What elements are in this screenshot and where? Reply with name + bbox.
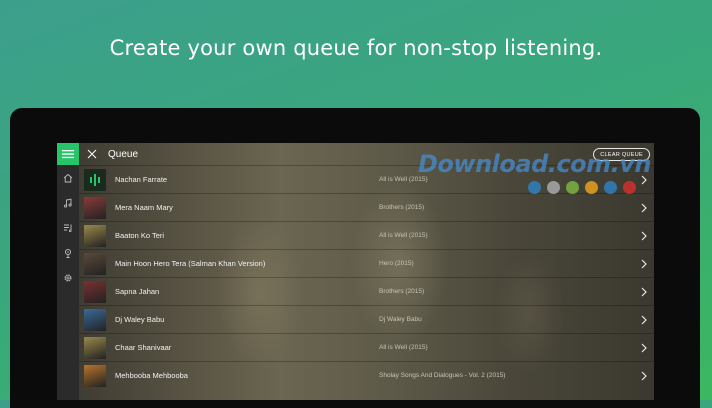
watermark-dot bbox=[528, 181, 541, 194]
chevron-right-icon[interactable] bbox=[638, 230, 650, 242]
watermark-dot bbox=[547, 181, 560, 194]
home-icon bbox=[63, 173, 73, 183]
close-button[interactable] bbox=[84, 146, 100, 162]
song-title: Sapna Jahan bbox=[115, 287, 160, 296]
queue-row[interactable]: Chaar Shanivaar All is Well (2015) bbox=[79, 333, 654, 361]
song-title: Baaton Ko Teri bbox=[115, 231, 165, 240]
album-name: Hero (2015) bbox=[379, 260, 414, 267]
song-title: Mehbooba Mehbooba bbox=[115, 371, 188, 380]
album-art-thumbnail bbox=[84, 225, 106, 247]
settings-icon bbox=[64, 274, 72, 282]
chevron-right-icon[interactable] bbox=[638, 258, 650, 270]
song-title: Main Hoon Hero Tera (Salman Khan Version… bbox=[115, 259, 266, 268]
song-title: Mera Naam Mary bbox=[115, 203, 173, 212]
song-title: Nachan Farrate bbox=[115, 175, 168, 184]
album-name: Brothers (2015) bbox=[379, 288, 425, 295]
album-art-thumbnail bbox=[84, 197, 106, 219]
song-title: Chaar Shanivaar bbox=[115, 343, 172, 352]
music-note-icon bbox=[64, 198, 72, 208]
rail-settings[interactable] bbox=[57, 267, 79, 289]
watermark-dot bbox=[604, 181, 617, 194]
chevron-right-icon[interactable] bbox=[638, 286, 650, 298]
queue-row[interactable]: Main Hoon Hero Tera (Salman Khan Version… bbox=[79, 249, 654, 277]
queue-row[interactable]: Baaton Ko Teri All is Well (2015) bbox=[79, 221, 654, 249]
watermark-dot bbox=[585, 181, 598, 194]
now-playing-icon bbox=[90, 174, 100, 186]
chevron-right-icon[interactable] bbox=[638, 342, 650, 354]
rail-radio[interactable] bbox=[57, 242, 79, 264]
album-name: All is Well (2015) bbox=[379, 344, 428, 351]
menu-button[interactable] bbox=[57, 143, 79, 165]
chevron-right-icon[interactable] bbox=[638, 202, 650, 214]
queue-row[interactable]: Mehbooba Mehbooba Sholay Songs And Dialo… bbox=[79, 361, 654, 389]
queue-row[interactable]: Dj Waley Babu Dj Waley Babu bbox=[79, 305, 654, 333]
watermark-dot bbox=[623, 181, 636, 194]
album-art-thumbnail bbox=[84, 281, 106, 303]
playlist-icon bbox=[64, 224, 72, 233]
rail-playlist[interactable] bbox=[57, 217, 79, 239]
watermark-dots bbox=[528, 181, 636, 194]
chevron-right-icon[interactable] bbox=[638, 370, 650, 382]
queue-row[interactable]: Sapna Jahan Brothers (2015) bbox=[79, 277, 654, 305]
chevron-right-icon[interactable] bbox=[638, 314, 650, 326]
close-icon bbox=[87, 149, 97, 159]
rail-music[interactable] bbox=[57, 192, 79, 214]
menu-icon bbox=[62, 150, 74, 159]
side-rail bbox=[57, 143, 79, 400]
album-art-thumbnail bbox=[84, 365, 106, 387]
watermark: Download.com.vn bbox=[418, 150, 658, 200]
album-art-thumbnail bbox=[84, 337, 106, 359]
song-title: Dj Waley Babu bbox=[115, 315, 165, 324]
watermark-text: Download.com.vn bbox=[418, 150, 651, 178]
album-art-thumbnail bbox=[84, 169, 106, 191]
album-name: Dj Waley Babu bbox=[379, 316, 422, 323]
album-art-thumbnail bbox=[84, 253, 106, 275]
album-art-thumbnail bbox=[84, 309, 106, 331]
album-name: Sholay Songs And Dialogues - Vol. 2 (201… bbox=[379, 372, 506, 379]
queue-title: Queue bbox=[108, 148, 139, 160]
rail-home[interactable] bbox=[57, 167, 79, 189]
album-name: All is Well (2015) bbox=[379, 232, 428, 239]
watermark-dot bbox=[566, 181, 579, 194]
promo-headline: Create your own queue for non-stop liste… bbox=[109, 36, 603, 60]
radio-icon bbox=[64, 248, 72, 258]
